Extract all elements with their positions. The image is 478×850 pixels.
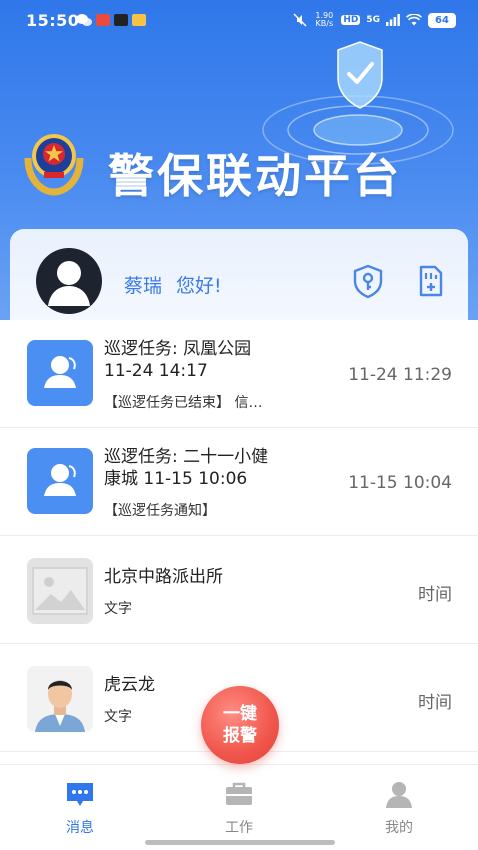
net-speed: 1.90 KB/s <box>315 11 334 28</box>
officer-photo-icon <box>27 666 93 732</box>
bottom-tab-bar: 消息 工作 我的 <box>0 764 478 850</box>
message-title: 巡逻任务: 凤凰公园 <box>104 339 252 359</box>
person-icon <box>27 448 93 514</box>
tab-messages[interactable]: 消息 <box>40 779 120 837</box>
tab-label: 消息 <box>66 820 94 836</box>
message-title-line2: 康城 11-15 10:06 <box>104 469 248 489</box>
user-greeting: 蔡瑞 您好! <box>124 271 236 298</box>
notification-icons <box>76 13 146 27</box>
person-glyph-icon <box>44 464 76 496</box>
avatar[interactable] <box>36 248 102 314</box>
status-time: 15:50 <box>26 11 80 30</box>
wifi-icon <box>406 14 422 26</box>
message-item[interactable]: 巡逻任务: 二十一小健 康城 11-15 10:06 【巡逻任务通知】 11-1… <box>0 428 478 536</box>
message-item[interactable]: 巡逻任务: 凤凰公园 11-24 14:17 【巡逻任务已结束】 信… 11-2… <box>0 320 478 428</box>
image-placeholder-icon <box>27 558 93 624</box>
message-subtitle: 【巡逻任务通知】 <box>104 503 216 519</box>
message-item[interactable]: 北京中路派出所 文字 时间 <box>0 536 478 644</box>
tab-work[interactable]: 工作 <box>199 779 279 837</box>
person-icon <box>27 340 93 406</box>
message-subtitle: 文字 <box>104 601 132 617</box>
alarm-label-line1: 一键 <box>223 704 257 724</box>
app-icon-red <box>96 14 110 26</box>
user-profile-icon <box>386 782 412 808</box>
battery-indicator: 64 <box>428 12 456 28</box>
alarm-label-line2: 报警 <box>223 726 257 746</box>
app-icon-yellow <box>132 14 146 26</box>
message-title: 北京中路派出所 <box>104 567 223 587</box>
officer-photo <box>27 666 93 732</box>
image-glyph-icon <box>32 567 88 615</box>
home-indicator[interactable] <box>145 840 335 845</box>
message-subtitle: 文字 <box>104 709 132 725</box>
tab-label: 我的 <box>385 820 413 836</box>
chat-bubble-icon <box>67 783 93 806</box>
message-time: 时间 <box>418 585 452 605</box>
wechat-icon <box>76 14 92 26</box>
mute-icon <box>293 13 307 27</box>
shield-key-icon[interactable] <box>350 263 386 299</box>
message-time: 11-24 11:29 <box>348 365 452 385</box>
app-icon-dark <box>114 14 128 26</box>
message-time: 时间 <box>418 693 452 713</box>
greeting-text: 您好! <box>176 275 222 297</box>
signal-bars-icon <box>386 14 400 26</box>
signal-label: 5G <box>366 15 380 25</box>
message-title-line2: 11-24 14:17 <box>104 361 208 381</box>
one-key-alarm-button[interactable]: 一键 报警 <box>201 686 279 764</box>
person-glyph-icon <box>44 356 76 388</box>
message-subtitle: 【巡逻任务已结束】 信… <box>104 395 263 411</box>
briefcase-icon <box>226 782 252 805</box>
message-time: 11-15 10:04 <box>348 473 452 493</box>
user-name: 蔡瑞 <box>124 275 163 297</box>
message-title: 虎云龙 <box>104 675 155 695</box>
sim-card-icon[interactable] <box>411 263 447 299</box>
app-title: 警保联动平台 <box>108 149 402 203</box>
status-right: 1.90 KB/s HD 5G 64 <box>293 12 456 28</box>
message-title: 巡逻任务: 二十一小健 <box>104 447 269 467</box>
tab-label: 工作 <box>225 820 253 836</box>
hd-badge: HD <box>341 15 361 25</box>
tab-profile[interactable]: 我的 <box>359 779 439 837</box>
police-emblem-icon <box>24 134 84 196</box>
default-avatar-icon <box>48 261 90 306</box>
